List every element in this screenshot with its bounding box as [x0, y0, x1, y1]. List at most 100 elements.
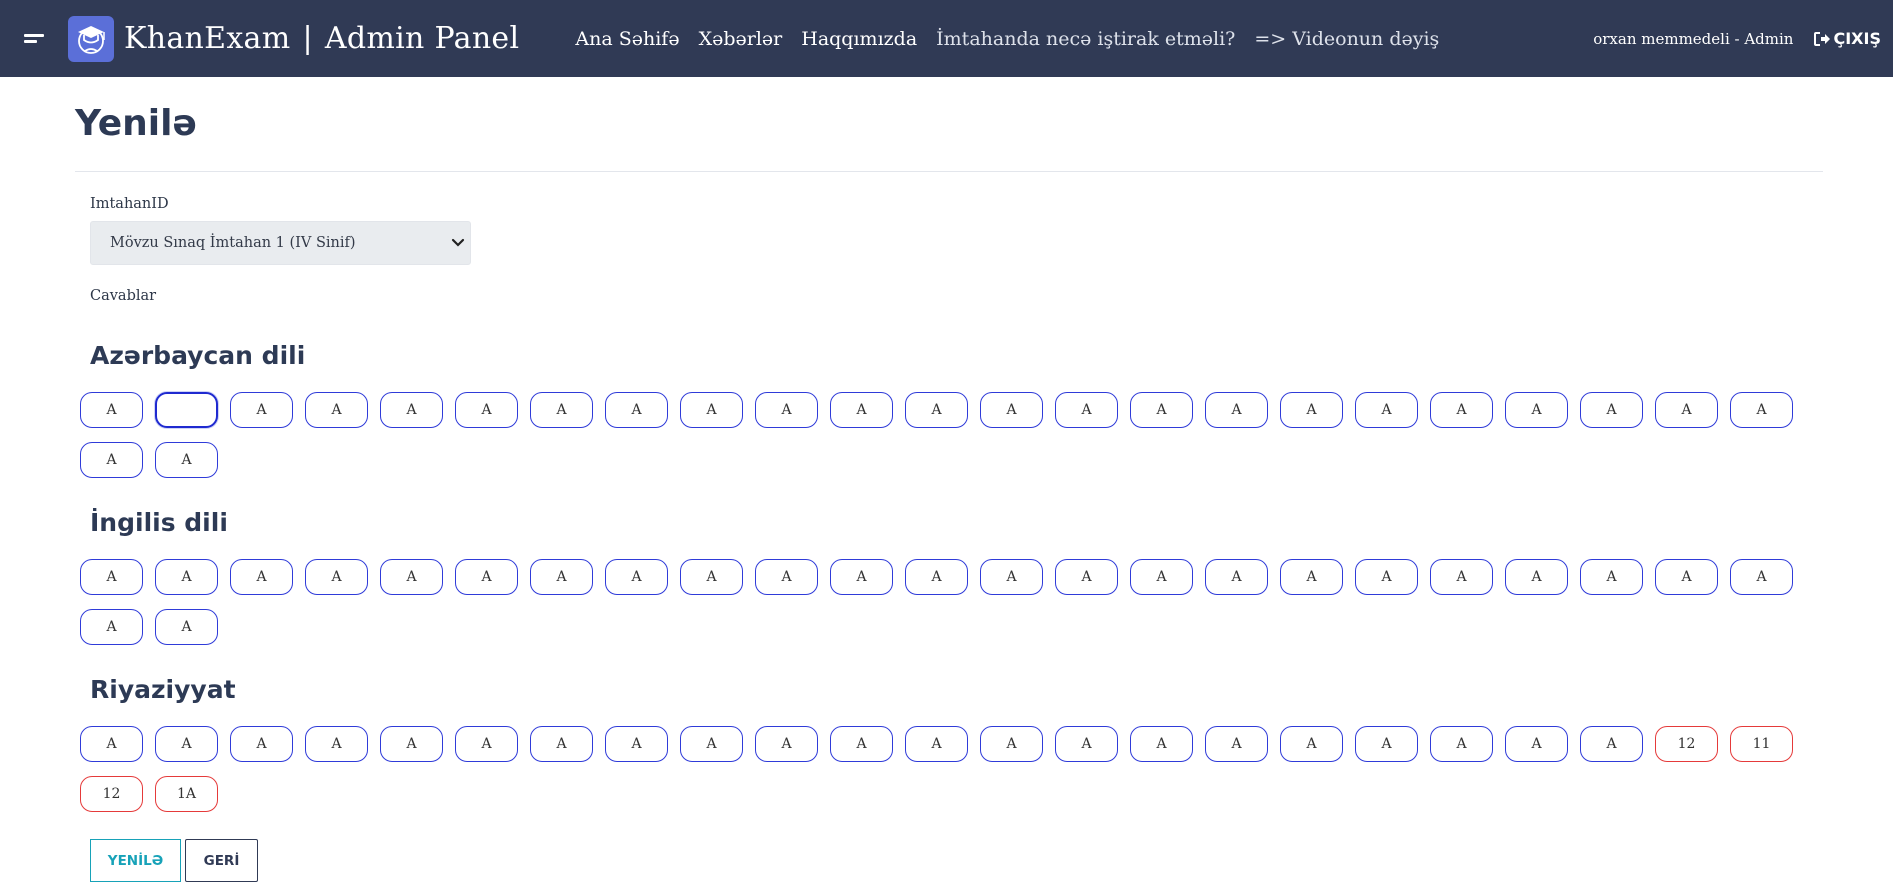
answer-input[interactable] [605, 726, 668, 762]
answer-input[interactable] [1430, 392, 1493, 428]
answer-input[interactable] [155, 392, 218, 428]
answer-input[interactable] [155, 726, 218, 762]
section-title-math: Riyaziyyat [90, 675, 236, 704]
answer-input[interactable] [1355, 392, 1418, 428]
nav-link-news[interactable]: Xəbərlər [699, 28, 783, 50]
answers-grid-math [80, 726, 1800, 812]
answer-input[interactable] [980, 559, 1043, 595]
main-navigation: Ana Səhifə Xəbərlər Haqqımızda İmtahanda… [575, 28, 1458, 50]
back-button[interactable]: GERİ [185, 839, 258, 882]
nav-link-change-video[interactable]: => Videonun dəyiş [1254, 28, 1439, 50]
answer-input[interactable] [905, 392, 968, 428]
answer-input[interactable] [380, 559, 443, 595]
brand-name: KhanExam [124, 21, 291, 56]
answer-input[interactable] [530, 559, 593, 595]
answer-input[interactable] [1430, 559, 1493, 595]
answer-input[interactable] [1730, 559, 1793, 595]
answer-input[interactable] [1205, 392, 1268, 428]
answer-input[interactable] [1130, 726, 1193, 762]
answer-input[interactable] [680, 559, 743, 595]
section-title-english: İngilis dili [90, 508, 228, 537]
answer-input[interactable] [1130, 392, 1193, 428]
answer-input[interactable] [1280, 392, 1343, 428]
answer-input[interactable] [1655, 392, 1718, 428]
exam-select[interactable]: Mövzu Sınaq İmtahan 1 (IV Sinif) [90, 221, 471, 265]
answer-input[interactable] [1730, 726, 1793, 762]
answer-input[interactable] [830, 559, 893, 595]
answer-input[interactable] [1505, 726, 1568, 762]
answer-input[interactable] [80, 776, 143, 812]
answer-input[interactable] [980, 726, 1043, 762]
answer-input[interactable] [830, 392, 893, 428]
answer-input[interactable] [830, 726, 893, 762]
brand-title[interactable]: KhanExam | Admin Panel [124, 21, 519, 56]
answer-input[interactable] [1430, 726, 1493, 762]
answer-input[interactable] [1580, 726, 1643, 762]
answer-input[interactable] [530, 726, 593, 762]
answer-input[interactable] [680, 392, 743, 428]
menu-toggle-button[interactable] [0, 0, 68, 77]
main-content: Yenilə ImtahanID Mövzu Sınaq İmtahan 1 (… [75, 77, 1823, 304]
answers-grid-english [80, 559, 1800, 645]
answer-input[interactable] [1355, 559, 1418, 595]
answer-input[interactable] [1580, 559, 1643, 595]
logout-button[interactable]: ÇIXIŞ [1813, 29, 1881, 48]
answer-input[interactable] [605, 559, 668, 595]
navbar-user-area: orxan memmedeli - Admin ÇIXIŞ [1593, 0, 1881, 77]
answer-input[interactable] [755, 559, 818, 595]
answer-input[interactable] [80, 609, 143, 645]
answer-input[interactable] [755, 392, 818, 428]
logout-icon [1814, 31, 1831, 46]
answer-input[interactable] [1280, 559, 1343, 595]
answer-input[interactable] [1730, 392, 1793, 428]
answer-input[interactable] [305, 726, 368, 762]
graduation-cap-icon[interactable] [68, 15, 114, 62]
answer-input[interactable] [230, 559, 293, 595]
answer-input[interactable] [1580, 392, 1643, 428]
logout-label: ÇIXIŞ [1833, 29, 1881, 48]
answer-input[interactable] [80, 726, 143, 762]
answer-input[interactable] [155, 442, 218, 478]
answer-input[interactable] [230, 392, 293, 428]
section-title-azerbaijani: Azərbaycan dili [90, 341, 306, 370]
answer-input[interactable] [1130, 559, 1193, 595]
top-navbar: KhanExam | Admin Panel Ana Səhifə Xəbərlər… [0, 0, 1893, 77]
answer-input[interactable] [305, 559, 368, 595]
answer-input[interactable] [80, 559, 143, 595]
answer-input[interactable] [755, 726, 818, 762]
update-button[interactable]: YENİLƏ [90, 839, 181, 882]
answer-input[interactable] [230, 726, 293, 762]
nav-link-about[interactable]: Haqqımızda [801, 28, 917, 50]
answer-input[interactable] [905, 559, 968, 595]
answer-input[interactable] [1655, 726, 1718, 762]
answer-input[interactable] [1280, 726, 1343, 762]
nav-link-home[interactable]: Ana Səhifə [575, 28, 679, 50]
answer-input[interactable] [455, 392, 518, 428]
answer-input[interactable] [380, 726, 443, 762]
answer-input[interactable] [1505, 559, 1568, 595]
answer-input[interactable] [1355, 726, 1418, 762]
answer-input[interactable] [980, 392, 1043, 428]
answer-input[interactable] [1055, 392, 1118, 428]
answer-input[interactable] [530, 392, 593, 428]
answer-input[interactable] [1205, 726, 1268, 762]
answer-input[interactable] [1655, 559, 1718, 595]
answer-input[interactable] [380, 392, 443, 428]
answer-input[interactable] [905, 726, 968, 762]
answer-input[interactable] [155, 776, 218, 812]
answer-input[interactable] [455, 559, 518, 595]
answer-input[interactable] [680, 726, 743, 762]
answer-input[interactable] [1055, 726, 1118, 762]
answer-input[interactable] [605, 392, 668, 428]
answer-input[interactable] [455, 726, 518, 762]
hamburger-icon [24, 33, 44, 43]
answer-input[interactable] [1505, 392, 1568, 428]
answer-input[interactable] [155, 559, 218, 595]
answer-input[interactable] [1205, 559, 1268, 595]
answer-input[interactable] [80, 392, 143, 428]
answer-input[interactable] [80, 442, 143, 478]
answer-input[interactable] [305, 392, 368, 428]
answer-input[interactable] [155, 609, 218, 645]
nav-link-how-to-participate[interactable]: İmtahanda necə iştirak etməli? [936, 28, 1235, 50]
answer-input[interactable] [1055, 559, 1118, 595]
